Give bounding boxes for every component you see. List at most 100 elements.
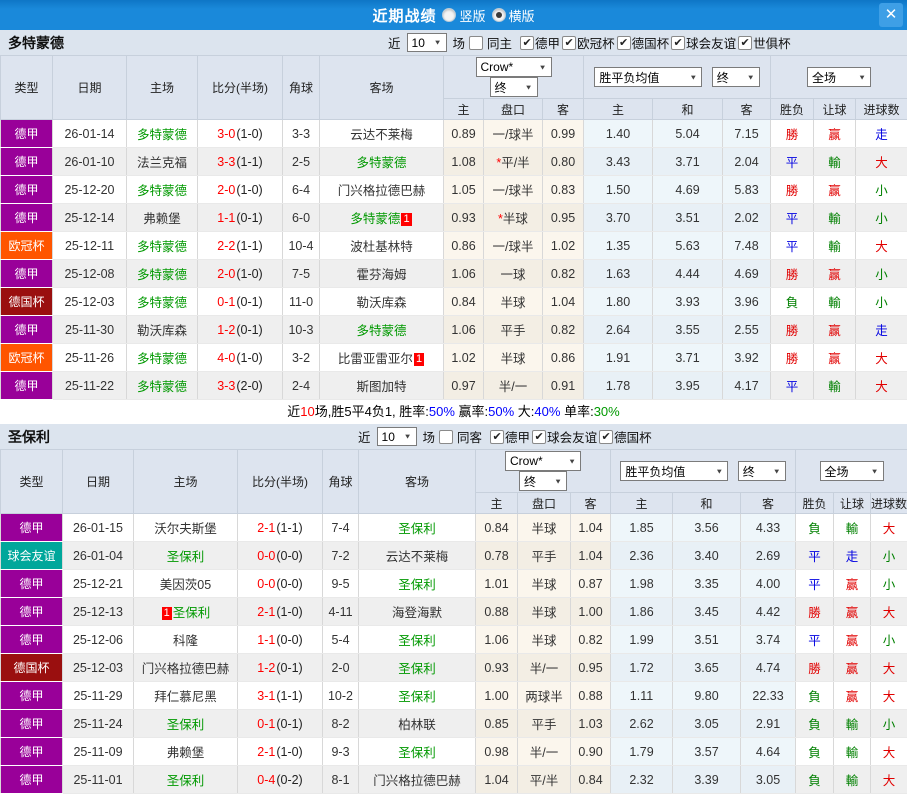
halftime-score: (1-0) — [236, 351, 262, 365]
titlebar: 近期战绩 竖版 横版 ✕ — [0, 0, 907, 30]
col-home: 主场 — [127, 56, 198, 120]
corner-cell: 2-0 — [323, 654, 359, 682]
league-checkbox[interactable]: ✔ — [738, 36, 752, 50]
league-checkbox[interactable]: ✔ — [671, 36, 685, 50]
home-team-cell: 多特蒙德 — [127, 120, 198, 148]
scope-select[interactable]: 全场▼ — [820, 461, 884, 481]
match-row: 德国杯 25-12-03 门兴格拉德巴赫 1-2(0-1) 2-0 圣保利 0.… — [1, 654, 907, 682]
odds-home-cell: 1.01 — [476, 570, 518, 598]
summary-segment: 近 — [287, 404, 300, 419]
scope-select[interactable]: 全场▼ — [807, 67, 871, 87]
col-date: 日期 — [53, 56, 127, 120]
league-type-cell: 德甲 — [1, 372, 53, 400]
layout-horizontal-option[interactable]: 横版 — [492, 6, 535, 25]
home-team-cell: 多特蒙德 — [127, 176, 198, 204]
date-cell: 26-01-04 — [63, 542, 134, 570]
date-cell: 25-11-24 — [63, 710, 134, 738]
league-checkbox[interactable]: ✔ — [490, 430, 504, 444]
home-team-cell: 勒沃库森 — [127, 316, 198, 344]
score-cell: 1-2(0-1) — [198, 316, 283, 344]
home-team-cell: 圣保利 — [134, 542, 238, 570]
home-team-cell: 多特蒙德 — [127, 344, 198, 372]
layout-vertical-option[interactable]: 竖版 — [442, 6, 485, 25]
match-row: 德甲 25-11-24 圣保利 0-1(0-1) 8-2 柏林联 0.85 平手… — [1, 710, 907, 738]
summary-segment: 单率: — [560, 404, 593, 419]
games-count-select[interactable]: 10▼ — [407, 33, 447, 52]
home-team-cell: 科隆 — [134, 626, 238, 654]
date-cell: 25-12-06 — [63, 626, 134, 654]
match-row: 德甲 25-11-01 圣保利 0-4(0-2) 8-1 门兴格拉德巴赫 1.0… — [1, 766, 907, 794]
odds-final-select[interactable]: 终▼ — [490, 77, 538, 97]
result-cell: 勝 — [771, 260, 814, 288]
date-cell: 25-11-30 — [53, 316, 127, 344]
league-checkbox[interactable]: ✔ — [617, 36, 631, 50]
fulltime-score: 4-0 — [217, 351, 235, 365]
fulltime-score: 1-2 — [257, 661, 275, 675]
handicap-result-cell: 赢 — [814, 316, 856, 344]
col-goals: 进球数 — [871, 493, 907, 514]
odds-home-cell: 1.05 — [444, 176, 484, 204]
odds-final-select[interactable]: 终▼ — [519, 471, 567, 491]
avg-type-select[interactable]: 胜平负均值▼ — [594, 67, 702, 87]
league-type-cell: 德甲 — [1, 514, 63, 542]
halftime-score: (1-1) — [236, 155, 262, 169]
away-team-cell: 波杜基林特 — [320, 232, 444, 260]
avg-final-select[interactable]: 终▼ — [712, 67, 760, 87]
halftime-score: (0-1) — [276, 717, 302, 731]
match-row: 德甲 26-01-15 沃尔夫斯堡 2-1(1-1) 7-4 圣保利 0.84 … — [1, 514, 907, 542]
same-venue-checkbox[interactable] — [439, 430, 453, 444]
league-checkbox[interactable]: ✔ — [520, 36, 534, 50]
score-cell: 2-1(1-0) — [238, 598, 323, 626]
goals-cell: 大 — [871, 514, 907, 542]
fulltime-score: 3-1 — [257, 689, 275, 703]
avg-type-select[interactable]: 胜平负均值▼ — [620, 461, 728, 481]
match-row: 德甲 25-12-08 多特蒙德 2-0(1-0) 7-5 霍芬海姆 1.06 … — [1, 260, 907, 288]
fulltime-score: 2-2 — [217, 239, 235, 253]
avg-final-select[interactable]: 终▼ — [738, 461, 786, 481]
score-cell: 1-1(0-0) — [238, 626, 323, 654]
odds-company-select[interactable]: Crow*▼ — [505, 451, 581, 471]
col-type: 类型 — [1, 450, 63, 514]
avg-away-cell: 7.15 — [723, 120, 771, 148]
halftime-score: (0-1) — [236, 323, 262, 337]
home-team-cell: 拜仁慕尼黑 — [134, 682, 238, 710]
corner-cell: 4-11 — [323, 598, 359, 626]
result-cell: 負 — [796, 514, 834, 542]
games-count-select[interactable]: 10▼ — [377, 427, 417, 446]
avg-home-cell: 1.35 — [584, 232, 653, 260]
score-cell: 3-0(1-0) — [198, 120, 283, 148]
vertical-radio[interactable] — [442, 8, 456, 22]
score-cell: 3-3(2-0) — [198, 372, 283, 400]
games-count-value: 10 — [412, 36, 425, 50]
odds-home-cell: 0.93 — [444, 204, 484, 232]
avg-draw-cell: 3.71 — [653, 344, 723, 372]
handicap-cell: *平/半 — [484, 148, 543, 176]
fulltime-score: 2-1 — [257, 605, 275, 619]
odds-home-cell: 1.08 — [444, 148, 484, 176]
odds-away-cell: 0.82 — [543, 316, 584, 344]
close-button[interactable]: ✕ — [879, 3, 903, 27]
fulltime-score: 3-3 — [217, 379, 235, 393]
halftime-score: (0-2) — [276, 773, 302, 787]
odds-away-cell: 0.86 — [543, 344, 584, 372]
avg-draw-cell: 5.04 — [653, 120, 723, 148]
same-venue-checkbox[interactable] — [469, 36, 483, 50]
handicap-result-cell: 輸 — [814, 232, 856, 260]
match-row: 德甲 25-11-29 拜仁慕尼黑 3-1(1-1) 10-2 圣保利 1.00… — [1, 682, 907, 710]
league-label: 欧冠杯 — [577, 33, 615, 52]
league-checkbox[interactable]: ✔ — [532, 430, 546, 444]
avg-away-cell: 4.74 — [741, 654, 796, 682]
league-checkbox[interactable]: ✔ — [562, 36, 576, 50]
odds-away-cell: 1.04 — [571, 514, 611, 542]
avg-home-cell: 3.43 — [584, 148, 653, 176]
league-filters: ✔德甲✔欧冠杯✔德国杯✔球会友谊✔世俱杯 — [519, 33, 792, 52]
col-score: 比分(半场) — [198, 56, 283, 120]
corner-cell: 3-2 — [283, 344, 320, 372]
league-checkbox[interactable]: ✔ — [599, 430, 613, 444]
odds-company-select[interactable]: Crow*▼ — [476, 57, 552, 77]
goals-cell: 小 — [856, 204, 907, 232]
avg-home-cell: 1.98 — [611, 570, 673, 598]
home-team-cell: 沃尔夫斯堡 — [134, 514, 238, 542]
chevron-down-icon: ▼ — [747, 73, 755, 81]
horizontal-radio[interactable] — [492, 8, 506, 22]
